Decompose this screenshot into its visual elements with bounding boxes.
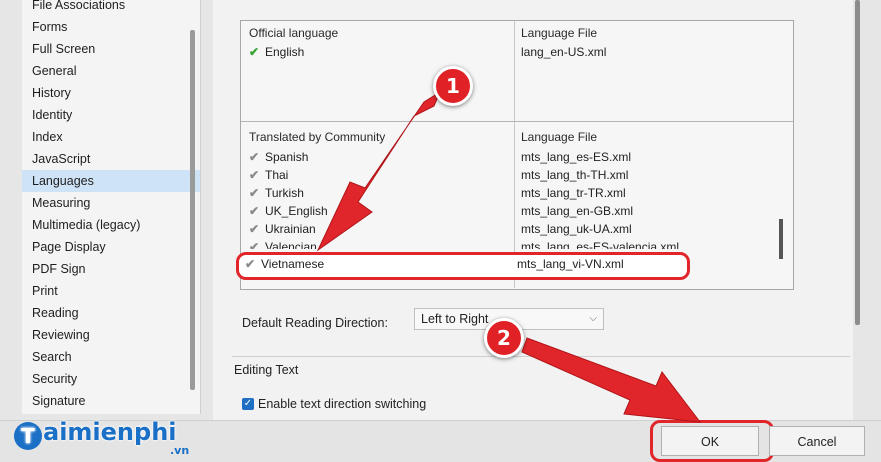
arrow-1 bbox=[316, 90, 442, 252]
step-badge-2: 2 bbox=[484, 318, 524, 358]
logo-suffix: .vn bbox=[170, 444, 190, 457]
step-badge-1: 1 bbox=[433, 66, 473, 106]
arrow-2 bbox=[521, 337, 702, 423]
taimienphi-logo: Taimienphi bbox=[14, 418, 177, 450]
